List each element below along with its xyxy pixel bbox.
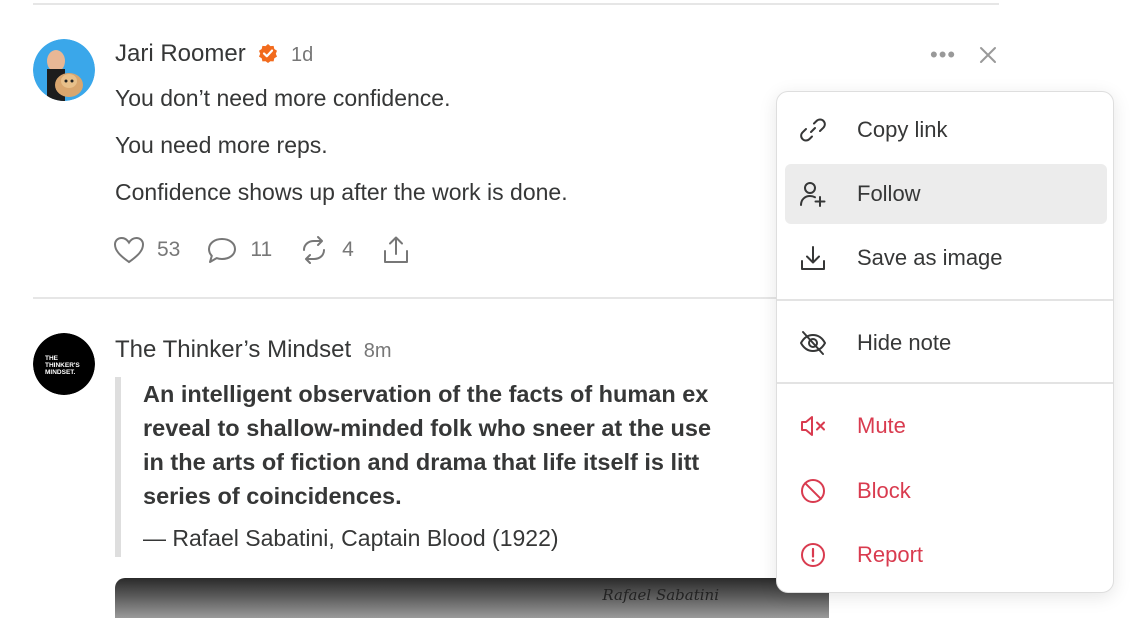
- menu-item-label: Copy link: [857, 117, 948, 142]
- comment-count: 11: [250, 238, 273, 261]
- avatar-text: THE: [45, 355, 59, 362]
- more-options-icon[interactable]: •••: [930, 40, 956, 70]
- heart-icon: [113, 236, 145, 264]
- post-time[interactable]: 1d: [291, 44, 313, 66]
- menu-separator: [777, 382, 1113, 384]
- avatar-text: MINDSET.: [45, 369, 76, 376]
- menu-separator: [777, 299, 1113, 301]
- post-time[interactable]: 8m: [364, 340, 392, 362]
- verified-badge-icon: [258, 42, 278, 70]
- link-icon: [800, 118, 826, 142]
- menu-item-label: Save as image: [857, 245, 1003, 270]
- menu-item-label: Follow: [857, 181, 921, 206]
- restack-count: 4: [342, 238, 354, 261]
- top-divider: [33, 3, 999, 5]
- menu-item-report[interactable]: Report: [785, 525, 1107, 585]
- quote-block: An intelligent observation of the facts …: [115, 377, 815, 557]
- post-image[interactable]: Rafael Sabatini: [115, 578, 829, 618]
- post-text-line: You need more reps.: [115, 132, 328, 158]
- menu-item-hide-note[interactable]: Hide note: [785, 313, 1107, 373]
- user-plus-icon: [800, 182, 826, 207]
- quote-line: reveal to shallow-minded folk who sneer …: [143, 415, 712, 441]
- close-icon[interactable]: [978, 45, 998, 65]
- post-author[interactable]: Jari Roomer 1d: [115, 40, 313, 70]
- post-actions: 53 11 4: [113, 230, 450, 270]
- menu-item-label: Report: [857, 542, 924, 567]
- restack-icon: [303, 236, 326, 264]
- quote-line: series of coincidences.: [143, 483, 402, 509]
- like-button[interactable]: 53: [113, 235, 180, 265]
- comment-button[interactable]: 11: [206, 235, 272, 265]
- download-icon: [801, 246, 825, 270]
- post-options: •••: [930, 40, 998, 70]
- alert-circle-icon: [801, 543, 825, 567]
- quote-attribution: — Rafael Sabatini, Captain Blood (1922): [143, 525, 559, 551]
- comment-icon: [208, 238, 237, 263]
- menu-item-block[interactable]: Block: [785, 461, 1107, 521]
- author-name[interactable]: Jari Roomer: [115, 40, 246, 67]
- share-button[interactable]: [380, 235, 424, 265]
- avatar[interactable]: [33, 39, 95, 101]
- menu-item-label: Hide note: [857, 330, 952, 355]
- share-icon: [383, 236, 408, 263]
- menu-item-save-as-image[interactable]: Save as image: [785, 228, 1107, 288]
- image-signature: Rafael Sabatini: [602, 586, 719, 604]
- menu-item-label: Block: [857, 478, 911, 503]
- eye-off-icon: [800, 331, 826, 355]
- menu-item-follow[interactable]: Follow: [785, 164, 1107, 224]
- post-text-line: You don’t need more confidence.: [115, 85, 451, 111]
- quote-line: An intelligent observation of the facts …: [143, 381, 709, 407]
- like-count: 53: [157, 238, 181, 261]
- author-name[interactable]: The Thinker’s Mindset: [115, 336, 351, 363]
- mute-icon: [801, 416, 825, 436]
- avatar[interactable]: THE THINKER'S MINDSET.: [33, 333, 95, 395]
- menu-item-copy-link[interactable]: Copy link: [785, 100, 1107, 160]
- block-icon: [801, 479, 825, 503]
- quote-line: in the arts of fiction and drama that li…: [143, 449, 700, 475]
- menu-item-mute[interactable]: Mute: [785, 396, 1107, 456]
- context-menu: Copy link Follow Save as image Hide note…: [776, 91, 1114, 593]
- post-author[interactable]: The Thinker’s Mindset 8m: [115, 336, 392, 364]
- avatar-text: THINKER'S: [45, 362, 80, 369]
- restack-button[interactable]: 4: [298, 235, 354, 265]
- post-text-line: Confidence shows up after the work is do…: [115, 179, 568, 205]
- menu-item-label: Mute: [857, 413, 906, 438]
